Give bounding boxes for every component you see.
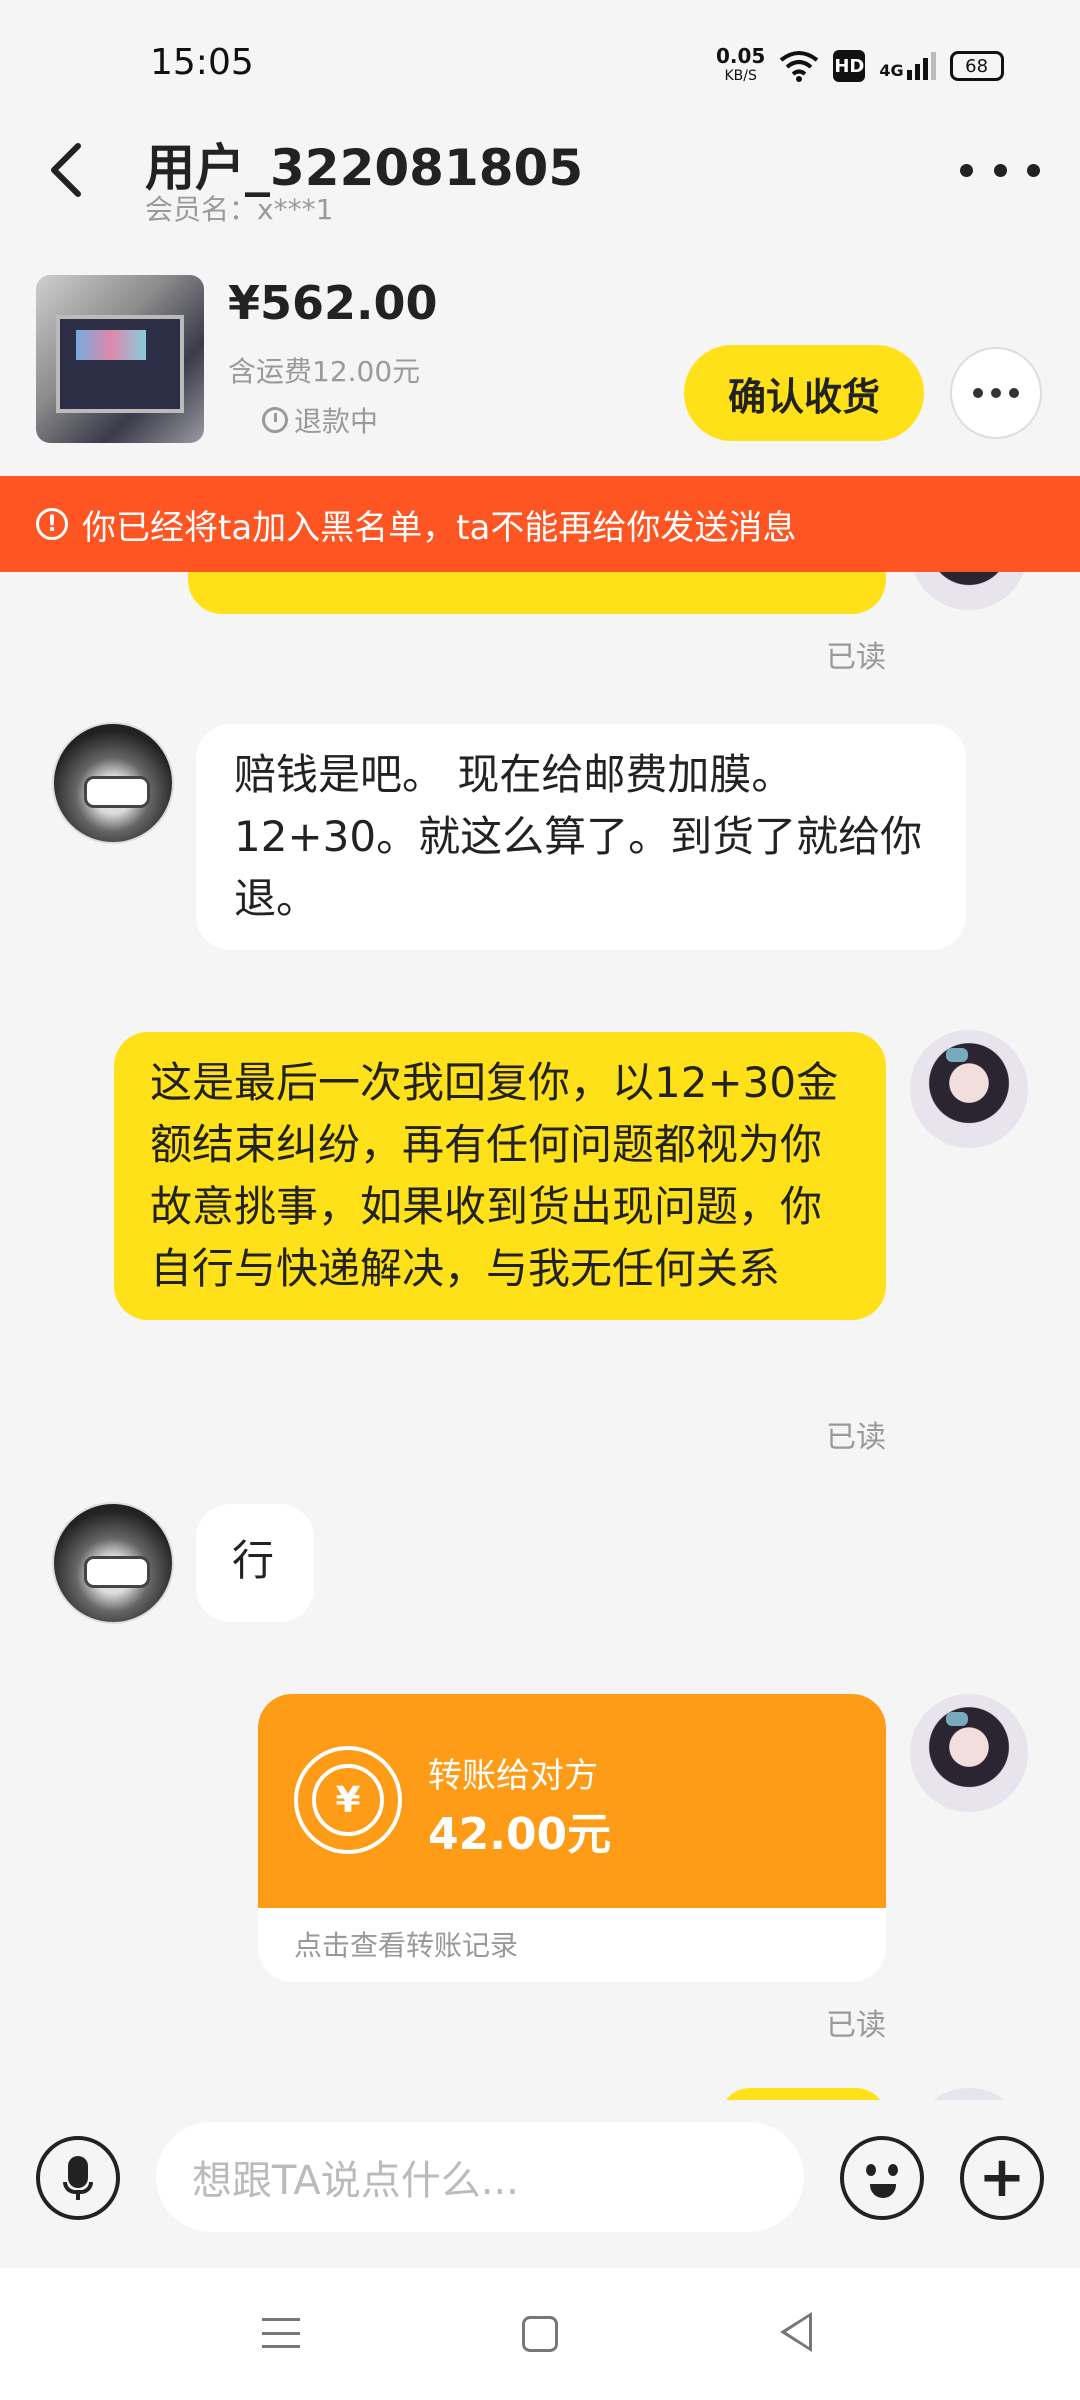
signal-icon: 4G	[879, 52, 936, 80]
confirm-receipt-button[interactable]: 确认收货	[684, 345, 924, 441]
yen-transfer-icon: ¥	[294, 1746, 402, 1854]
status-time: 15:05	[150, 42, 254, 83]
smiley-face-icon	[844, 2140, 920, 2216]
transfer-card[interactable]: ¥ 转账给对方 42.00元 点击查看转账记录	[258, 1694, 886, 1982]
more-options-icon[interactable]	[960, 150, 1040, 190]
blacklist-banner: ! 你已经将ta加入黑名单，ta不能再给你发送消息	[0, 476, 1080, 572]
banner-text: 你已经将ta加入黑名单，ta不能再给你发送消息	[82, 507, 797, 548]
transfer-record-link[interactable]: 点击查看转账记录	[294, 1924, 518, 1964]
read-receipt: 已读	[826, 2008, 886, 2043]
network-speed: 0.05 KB/S	[716, 44, 766, 84]
message-bubble-theirs[interactable]: 赔钱是吧。 现在给邮费加膜。12+30。就这么算了。到货了就给你退。	[196, 724, 966, 950]
contact-avatar[interactable]	[52, 1502, 174, 1624]
battery-icon: 68	[949, 51, 1004, 81]
product-thumbnail[interactable]	[36, 275, 204, 443]
add-more-button[interactable]: +	[960, 2136, 1044, 2220]
voice-input-button[interactable]	[36, 2136, 120, 2220]
order-more-button[interactable]	[950, 347, 1042, 439]
status-icons: 0.05 KB/S HD 4G 68	[716, 44, 1004, 88]
clock-icon	[262, 407, 288, 433]
chat-area[interactable]: 已读 赔钱是吧。 现在给邮费加膜。12+30。就这么算了。到货了就给你退。 这是…	[0, 572, 1080, 2100]
emoji-button[interactable]	[840, 2136, 924, 2220]
read-receipt: 已读	[826, 640, 886, 675]
hd-icon: HD	[833, 50, 866, 82]
message-bubble-mine[interactable]: 这是最后一次我回复你，以12+30金额结束纠纷，再有任何问题都视为你故意挑事，如…	[114, 1032, 886, 1320]
product-price: ¥562.00	[228, 276, 438, 330]
warning-icon: !	[36, 508, 68, 540]
message-input[interactable]: 想跟TA说点什么...	[156, 2122, 804, 2232]
my-avatar[interactable]	[910, 1694, 1028, 1812]
microphone-icon	[63, 2156, 93, 2200]
back-arrow-icon[interactable]	[42, 140, 92, 200]
member-name: 会员名：x***1	[145, 193, 334, 226]
transfer-amount: 42.00元	[428, 1809, 612, 1860]
my-avatar[interactable]	[910, 1030, 1028, 1148]
transfer-title: 转账给对方	[428, 1756, 598, 1796]
my-avatar[interactable]	[910, 572, 1028, 610]
message-bubble-mine[interactable]	[188, 572, 886, 614]
message-bubble-mine[interactable]	[720, 2088, 886, 2100]
plus-icon: +	[978, 2145, 1026, 2210]
my-avatar[interactable]	[910, 2088, 1028, 2100]
read-receipt: 已读	[826, 1420, 886, 1455]
recent-apps-icon[interactable]	[262, 2318, 300, 2348]
shipping-fee: 含运费12.00元	[228, 355, 421, 388]
refund-status: 退款中	[262, 400, 378, 440]
contact-avatar[interactable]	[52, 722, 174, 844]
message-bubble-theirs[interactable]: 行	[196, 1504, 314, 1622]
home-icon[interactable]	[522, 2316, 558, 2352]
wifi-icon	[780, 51, 819, 82]
